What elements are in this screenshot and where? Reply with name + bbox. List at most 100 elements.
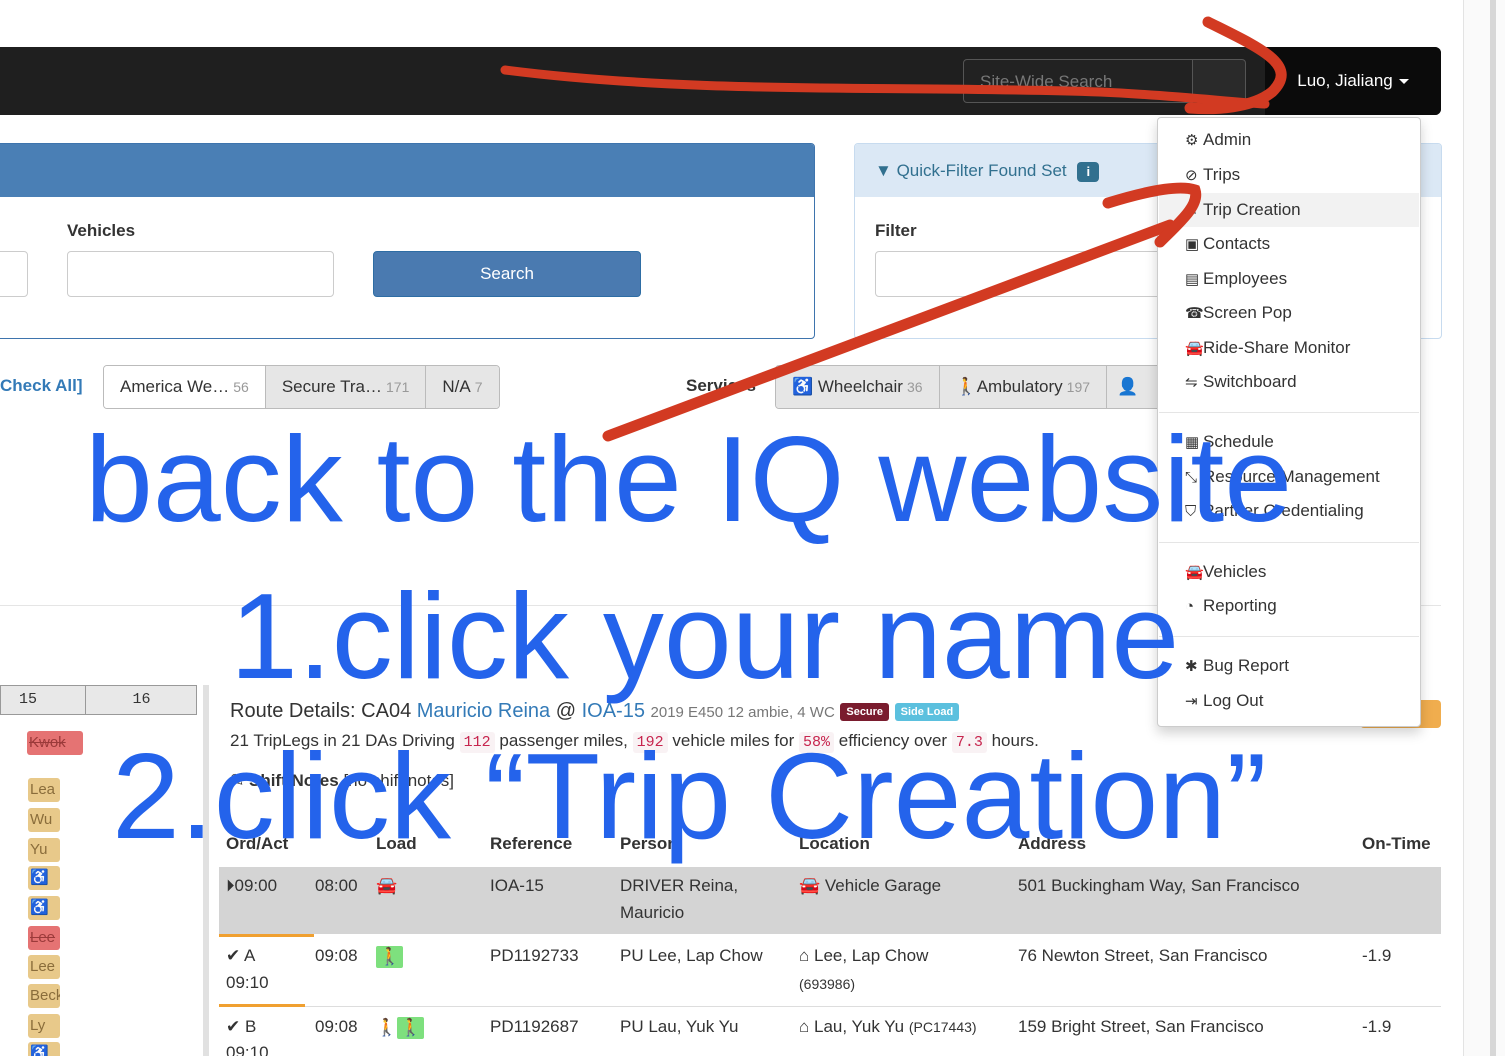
row-ord: ✔ B <box>226 1017 256 1037</box>
calendar-chip[interactable]: ♿ C <box>28 866 60 890</box>
compass-icon: ⊘ <box>1185 167 1198 184</box>
company-label: America We… <box>120 377 230 396</box>
company-filter-na[interactable]: N/A 7 <box>426 366 499 408</box>
row-person: PU Lau, Yuk Yu <box>620 1017 739 1036</box>
caret-down-icon <box>1398 79 1409 85</box>
menu-item-label: Bug Report <box>1203 656 1289 675</box>
menu-item-label: Ride-Share Monitor <box>1203 338 1351 357</box>
quick-filter-title: Quick-Filter Found Set <box>896 161 1067 180</box>
row-reference: IOA-15 <box>490 876 544 895</box>
calendar-chip[interactable]: Lee <box>28 955 60 979</box>
calendar-chip[interactable]: Yu <box>28 838 60 862</box>
company-filter-group: America We… 56 Secure Tra… 171 N/A 7 <box>103 365 500 409</box>
edit-icon: ✎ <box>1185 202 1198 219</box>
progress-line <box>219 1004 305 1007</box>
row-location-id: (PC17443) <box>908 1019 977 1035</box>
row-person: DRIVER Reina, <box>620 876 739 895</box>
company-filter-america-west[interactable]: America We… 56 <box>104 366 266 408</box>
row-reference-link[interactable]: PD1192733 <box>490 946 579 966</box>
row-act-time[interactable]: 09:10 <box>226 1043 269 1056</box>
row-location-id: (693986) <box>799 976 856 992</box>
vehicles-input[interactable] <box>67 251 334 297</box>
menu-item-reporting[interactable]: ◔ Reporting <box>1159 589 1419 623</box>
menu-item-switchboard[interactable]: ⇋ Switchboard <box>1159 365 1419 399</box>
row-location: ⌂ Lee, Lap Chow <box>799 946 928 966</box>
company-filter-secure-transport[interactable]: Secure Tra… 171 <box>265 366 427 408</box>
calendar-chip[interactable]: ♿ W <box>28 1042 60 1056</box>
car-icon: 🚘 <box>1185 564 1204 581</box>
progress-line <box>219 934 314 937</box>
calendar-chip[interactable]: Ly <box>28 1014 60 1038</box>
row-address: 501 Buckingham Way, San Francisco <box>1018 876 1300 895</box>
info-icon[interactable]: i <box>1077 161 1100 182</box>
side-load-badge: Side Load <box>894 702 960 721</box>
pie-chart-icon: ◔ <box>1185 598 1195 615</box>
check-icon: ✔ <box>226 946 245 965</box>
filter-label: Filter <box>875 221 917 240</box>
vehicles-label: Vehicles <box>67 221 136 240</box>
calendar-chip[interactable]: ♿ C <box>28 896 60 920</box>
search-field-partial[interactable] <box>0 251 28 297</box>
star-icon: ✱ <box>1185 658 1198 675</box>
scrollbar-track[interactable] <box>1490 0 1496 1056</box>
vehicle-description: 2019 E450 12 ambie, 4 WC <box>650 704 835 721</box>
calendar-chip[interactable]: Lee <box>28 926 60 950</box>
car-icon: 🚘 <box>799 876 825 895</box>
calendar-chip[interactable]: Lea <box>28 778 60 802</box>
site-search-input[interactable]: Site-Wide Search <box>963 59 1193 103</box>
briefcase-icon: ▣ <box>1185 236 1200 253</box>
search-panel-header <box>0 144 814 197</box>
service-filter-group: ♿ Wheelchair 36 🚶Ambulatory 197 👤 <box>775 365 1169 409</box>
menu-item-screen-pop[interactable]: ☎Screen Pop <box>1159 296 1419 330</box>
row-person: PU Lee, Lap Chow <box>620 946 763 965</box>
company-count: 7 <box>474 379 483 395</box>
gear-icon: ⚙ <box>1185 132 1199 149</box>
service-label: Ambulatory <box>976 377 1063 396</box>
row-address: 76 Newton Street, San Francisco <box>1018 946 1268 965</box>
service-filter-wheelchair[interactable]: ♿ Wheelchair 36 <box>776 366 940 408</box>
menu-item-label: Employees <box>1203 269 1288 288</box>
check-all-link[interactable]: Check All] <box>0 376 83 396</box>
play-circle-icon: ⏵ <box>226 876 235 895</box>
car-icon: 🚘 <box>1185 340 1204 357</box>
calendar-chip[interactable]: Beck <box>28 984 60 1008</box>
menu-item-vehicles[interactable]: 🚘Vehicles <box>1159 555 1419 589</box>
menu-item-employees[interactable]: ▤ Employees <box>1159 262 1419 296</box>
search-button[interactable]: Search <box>373 251 641 297</box>
top-navbar: Site-Wide Search Luo, Jialiang <box>0 47 1441 115</box>
filter-input[interactable] <box>875 251 1167 297</box>
menu-item-ride-share-monitor[interactable]: 🚘Ride-Share Monitor <box>1159 331 1419 365</box>
menu-item-label: Admin <box>1203 130 1252 149</box>
secure-badge: Secure <box>840 702 890 721</box>
annotation-line-2: 1.click your name <box>230 568 1180 704</box>
company-count: 56 <box>233 379 249 395</box>
menu-item-trip-creation[interactable]: ✎ Trip Creation <box>1159 193 1419 227</box>
site-search-button[interactable] <box>1193 59 1246 105</box>
row-ord-letter: A <box>244 946 256 965</box>
col-header-on-time[interactable]: On-Time <box>1362 834 1431 854</box>
menu-item-contacts[interactable]: ▣ Contacts <box>1159 227 1419 261</box>
user-plus-icon: 👤 <box>1117 377 1139 396</box>
person-icon: 🚶 <box>955 377 977 396</box>
user-name: Luo, Jialiang <box>1297 71 1393 90</box>
menu-item-admin[interactable]: ⚙ Admin <box>1159 123 1419 157</box>
service-filter-ambulatory[interactable]: 🚶Ambulatory 197 <box>939 366 1108 408</box>
user-menu-toggle[interactable]: Luo, Jialiang <box>1265 47 1441 115</box>
menu-item-log-out[interactable]: ⇥ Log Out <box>1159 684 1419 718</box>
services-label: Services <box>686 376 756 395</box>
row-location-text: Lau, Yuk Yu <box>814 1017 905 1036</box>
menu-item-trips[interactable]: ⊘ Trips <box>1159 158 1419 192</box>
menu-item-label: Trip Creation <box>1203 200 1301 219</box>
row-location: ⌂ Lau, Yuk Yu (PC17443) <box>799 1017 977 1037</box>
menu-item-bug-report[interactable]: ✱ Bug Report <box>1159 649 1419 683</box>
window-scrollbar[interactable] <box>1463 0 1505 1056</box>
row-act-time[interactable]: 09:10 <box>226 973 269 993</box>
calendar-chip[interactable]: Wu <box>28 808 60 832</box>
calendar-chip[interactable]: Kwok <box>27 731 83 755</box>
logout-icon: ⇥ <box>1185 693 1198 710</box>
menu-divider <box>1159 636 1419 637</box>
row-address: 159 Bright Street, San Francisco <box>1018 1017 1264 1036</box>
row-location-text: Lee, Lap Chow <box>814 946 929 965</box>
row-reference-link[interactable]: PD1192687 <box>490 1017 579 1037</box>
menu-item-label: Log Out <box>1203 691 1264 710</box>
